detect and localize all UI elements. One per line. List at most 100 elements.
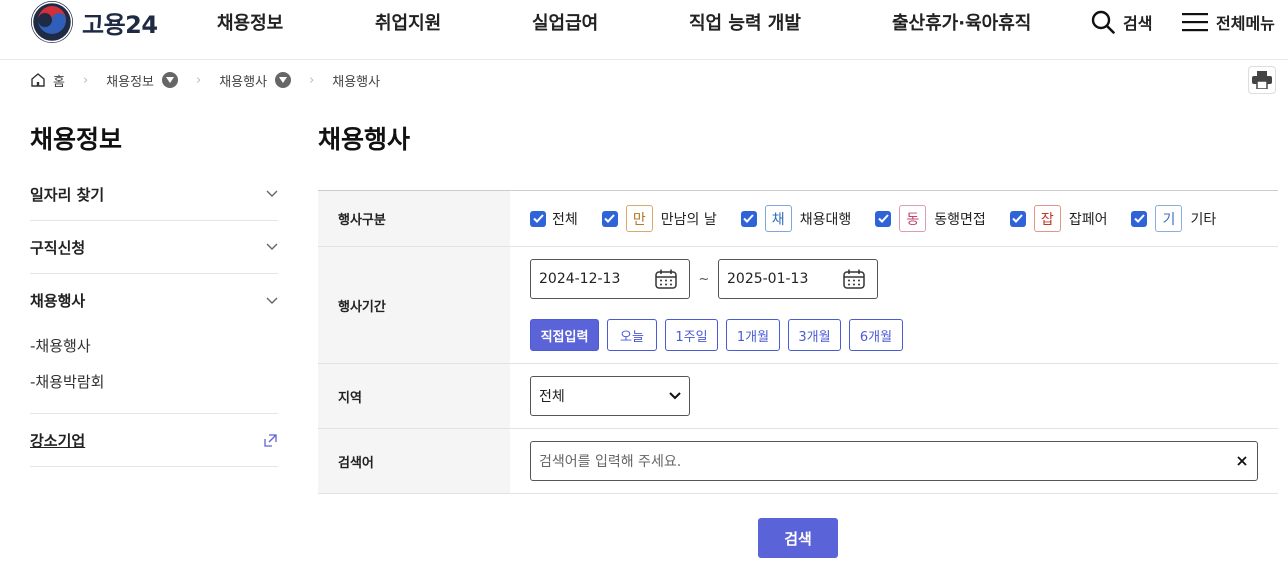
all-menu-label: 전체메뉴	[1216, 14, 1275, 33]
nav-item-recruit[interactable]: 채용정보	[217, 0, 283, 44]
breadcrumb-level1[interactable]: 채용정보	[106, 71, 179, 90]
chevron-down-icon	[266, 297, 278, 304]
event-period-label: 행사기간	[318, 247, 510, 363]
print-button[interactable]	[1248, 66, 1276, 94]
clear-icon[interactable]	[1237, 456, 1247, 466]
sidebar-item-label: 일자리 찾기	[30, 185, 105, 204]
chevron-down-icon	[669, 392, 681, 400]
event-type-jobfair-checkbox[interactable]: 잡 잡페어	[1009, 205, 1108, 232]
sidebar-subitem-recruit-event[interactable]: -채용행사	[30, 327, 278, 363]
event-type-agency-checkbox[interactable]: 채 채용대행	[740, 205, 852, 232]
keyword-body: 검색어를 입력해 주세요.	[510, 429, 1278, 493]
event-type-meeting-checkbox[interactable]: 만 만남의 날	[601, 205, 717, 232]
site-header: 고용24 채용정보 취업지원 실업급여 직업 능력 개발 출산휴가·육아휴직 검…	[0, 0, 1288, 60]
period-custom-button[interactable]: 직접입력	[530, 319, 599, 351]
sidebar-item-job-application[interactable]: 구직신청	[30, 221, 278, 274]
hamburger-menu-icon	[1182, 13, 1208, 32]
period-1month-button[interactable]: 1개월	[726, 319, 780, 351]
nav-item-unemployment-benefit[interactable]: 실업급여	[532, 0, 598, 44]
sidebar-item-small-giant-company[interactable]: 강소기업	[30, 414, 278, 467]
date-from-input[interactable]: 2024-12-13	[530, 259, 690, 299]
home-icon	[31, 73, 45, 87]
keyword-row: 검색어 검색어를 입력해 주세요.	[318, 429, 1278, 494]
chevron-down-icon	[266, 190, 278, 197]
logo-emblem-icon	[31, 1, 73, 43]
period-quick-buttons: 직접입력 오늘 1주일 1개월 3개월 6개월	[530, 319, 911, 351]
sidebar-item-label: 강소기업	[30, 431, 86, 450]
event-type-etc-checkbox[interactable]: 기 기타	[1131, 205, 1216, 232]
event-type-label: 행사구분	[318, 191, 510, 246]
chevron-down-icon[interactable]	[162, 72, 179, 88]
date-range: 2024-12-13 ~ 2025-01-13	[530, 259, 878, 299]
nav-item-employment-support[interactable]: 취업지원	[375, 0, 441, 44]
breadcrumb-current-label: 채용행사	[332, 74, 381, 90]
event-type-all-checkbox[interactable]: 전체	[530, 209, 578, 229]
breadcrumb-current: 채용행사	[332, 71, 380, 90]
site-logo[interactable]: 고용24	[30, 0, 158, 44]
breadcrumb-level2[interactable]: 채용행사	[219, 71, 292, 90]
header-search-button[interactable]: 검색	[1091, 0, 1152, 44]
breadcrumb-home-label: 홈	[53, 74, 65, 90]
printer-icon	[1252, 71, 1272, 89]
logo-text: 고용24	[82, 10, 158, 39]
chevron-down-icon	[266, 243, 278, 250]
checkbox-checked-icon	[1131, 210, 1148, 227]
header-search-label: 검색	[1123, 14, 1153, 33]
keyword-input[interactable]: 검색어를 입력해 주세요.	[530, 441, 1258, 481]
sidebar-item-label: 구직신청	[30, 238, 86, 257]
search-icon	[1091, 10, 1115, 34]
checkbox-checked-icon	[875, 210, 892, 227]
calendar-icon[interactable]	[655, 269, 677, 289]
date-from-value: 2024-12-13	[539, 271, 621, 287]
jobfair-badge: 잡	[1033, 205, 1061, 232]
checkbox-checked-icon	[740, 210, 757, 227]
sidebar-submenu: -채용행사 -채용박람회	[30, 327, 278, 414]
agency-badge: 채	[764, 205, 792, 232]
chevron-right-icon: ›	[82, 72, 89, 88]
chevron-right-icon: ›	[196, 72, 202, 88]
checkbox-label: 잡페어	[1068, 211, 1108, 228]
all-menu-button[interactable]: 전체메뉴	[1182, 0, 1275, 44]
sidebar-item-job-search[interactable]: 일자리 찾기	[30, 168, 278, 221]
chevron-right-icon: ›	[309, 72, 315, 88]
checkbox-checked-icon	[530, 210, 546, 227]
period-6month-button[interactable]: 6개월	[849, 319, 903, 351]
period-1week-button[interactable]: 1주일	[665, 319, 718, 351]
calendar-icon[interactable]	[843, 269, 865, 289]
event-period-body: 2024-12-13 ~ 2025-01-13 직접입력 오늘 1주일 1개월 …	[510, 247, 1278, 363]
event-type-interview-checkbox[interactable]: 동 동행면접	[875, 205, 986, 232]
search-form: 행사구분 전체 만 만남의 날 채 채용대행 동 동행면접 잡 잡페어 기 기타…	[318, 190, 1278, 494]
keyword-label: 검색어	[318, 429, 510, 493]
checkbox-label: 동행면접	[934, 211, 986, 228]
region-row: 지역 전체	[318, 364, 1278, 429]
event-period-row: 행사기간 2024-12-13 ~ 2025-01-13 직접입력 오늘 1주일…	[318, 247, 1278, 364]
sidebar-subitem-job-fair[interactable]: -채용박람회	[30, 363, 278, 399]
sidebar-item-recruit-event[interactable]: 채용행사	[30, 274, 278, 327]
checkbox-checked-icon	[601, 210, 618, 227]
search-submit-button[interactable]: 검색	[758, 518, 838, 558]
date-to-input[interactable]: 2025-01-13	[718, 259, 878, 299]
checkbox-label: 채용대행	[799, 211, 852, 228]
breadcrumb-level2-label: 채용행사	[219, 74, 268, 90]
nav-item-parental-leave[interactable]: 출산휴가·육아휴직	[892, 0, 1031, 44]
nav-item-vocational-training[interactable]: 직업 능력 개발	[689, 0, 801, 44]
meeting-badge: 만	[625, 205, 653, 232]
region-body: 전체	[510, 364, 1278, 428]
breadcrumb-level1-label: 채용정보	[106, 74, 155, 90]
event-type-row: 행사구분 전체 만 만남의 날 채 채용대행 동 동행면접 잡 잡페어 기 기타	[318, 191, 1278, 247]
region-label: 지역	[318, 364, 510, 428]
sidebar-item-label: 채용행사	[30, 292, 86, 310]
external-link-icon	[264, 433, 277, 447]
keyword-placeholder: 검색어를 입력해 주세요.	[539, 454, 682, 470]
checkbox-label: 기타	[1190, 211, 1217, 228]
chevron-down-icon[interactable]	[275, 72, 292, 88]
period-today-button[interactable]: 오늘	[607, 319, 657, 351]
page-title: 채용행사	[318, 125, 411, 154]
period-3month-button[interactable]: 3개월	[788, 319, 841, 351]
checkbox-label: 전체	[552, 211, 578, 228]
etc-badge: 기	[1155, 205, 1183, 232]
sidebar-menu: 일자리 찾기 구직신청 채용행사 -채용행사 -채용박람회 강소기업	[30, 168, 278, 467]
breadcrumb-home[interactable]: 홈	[30, 71, 65, 90]
event-type-options: 전체 만 만남의 날 채 채용대행 동 동행면접 잡 잡페어 기 기타	[510, 191, 1278, 246]
region-select[interactable]: 전체	[530, 376, 690, 416]
